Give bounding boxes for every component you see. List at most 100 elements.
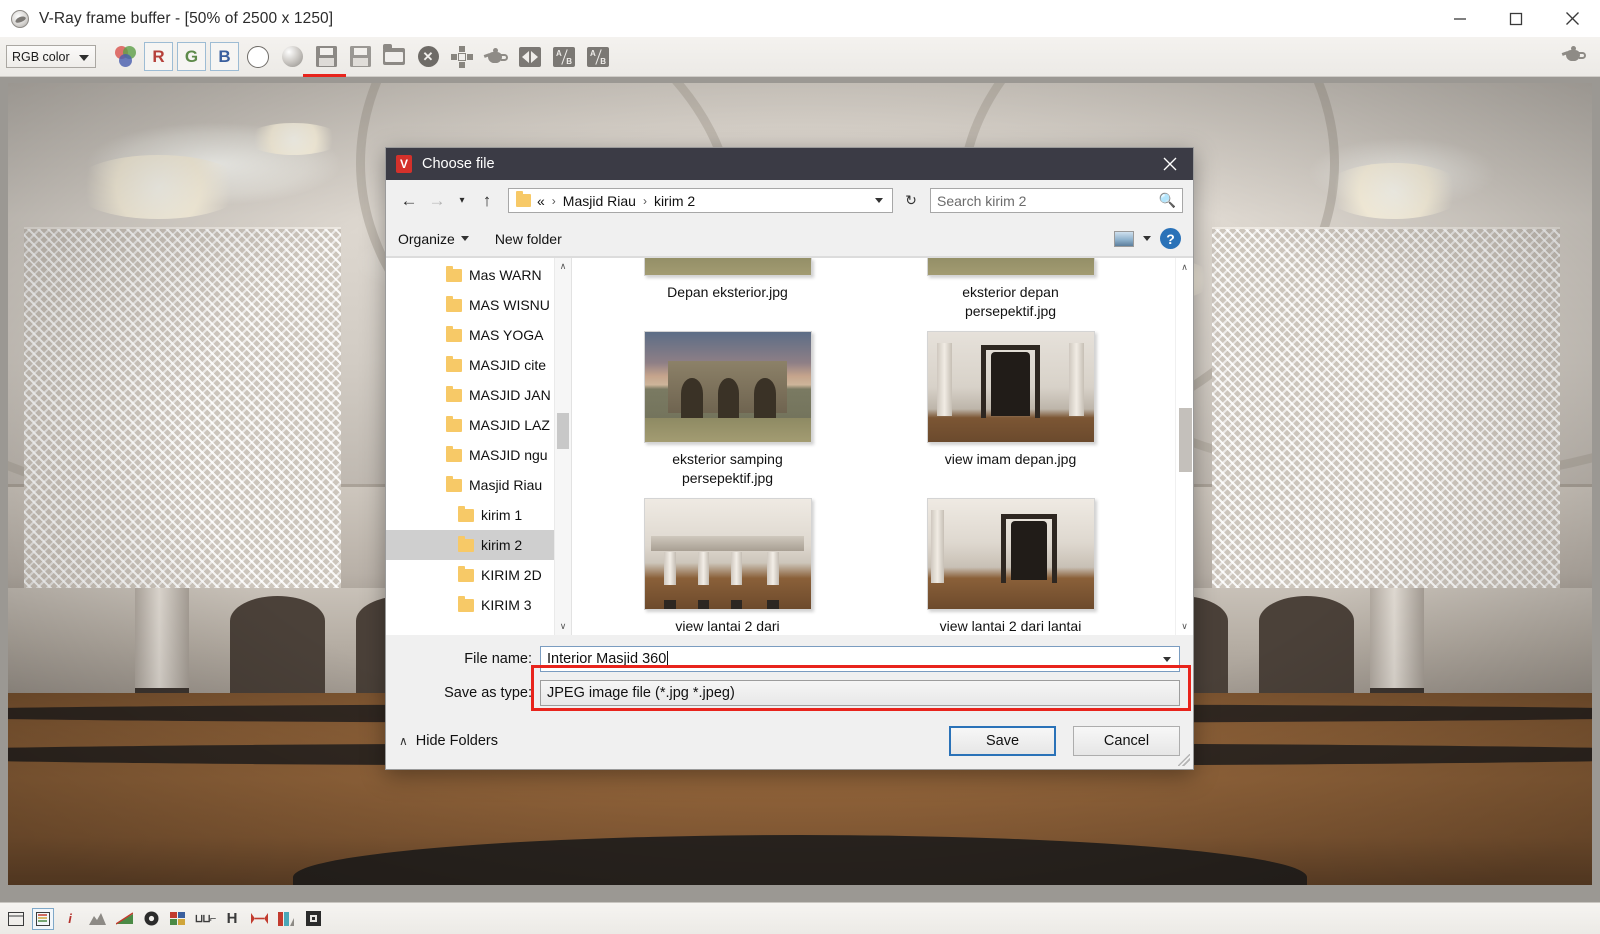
file-tile[interactable]: Depan eksterior.jpg bbox=[586, 258, 869, 321]
red-channel-button[interactable]: R bbox=[144, 42, 173, 71]
dialog-bottom-fields: File name: Interior Masjid 360 Save as t… bbox=[386, 635, 1193, 713]
tree-item-kirim-1[interactable]: kirim 1 bbox=[386, 500, 571, 530]
alpha-channel-button[interactable] bbox=[241, 41, 275, 73]
file-tile[interactable]: eksterior depan persepektif.jpg bbox=[869, 258, 1152, 321]
help-button[interactable]: ? bbox=[1160, 228, 1181, 249]
window-title: V-Ray frame buffer - [50% of 2500 x 1250… bbox=[39, 9, 334, 27]
breadcrumb-kirim-2[interactable]: kirim 2 bbox=[654, 193, 695, 209]
tree-item-masjid-jan[interactable]: MASJID JAN bbox=[386, 380, 571, 410]
close-button[interactable] bbox=[1544, 0, 1600, 37]
horizontal-curve-icon[interactable] bbox=[86, 908, 108, 930]
up-arrow-icon[interactable]: ↑ bbox=[474, 188, 500, 214]
breadcrumb-masjid-riau[interactable]: Masjid Riau bbox=[563, 193, 636, 209]
save-button[interactable]: Save bbox=[949, 726, 1056, 756]
tree-item-label: Mas WARN bbox=[469, 267, 542, 283]
dialog-titlebar: Choose file bbox=[386, 148, 1193, 180]
hue-saturation-icon[interactable]: H bbox=[221, 908, 243, 930]
color-balance-icon[interactable] bbox=[167, 908, 189, 930]
vfb-toolbar: RGB color R G B ✕ AB AB bbox=[0, 37, 1600, 114]
forward-arrow-icon[interactable]: → bbox=[424, 188, 450, 214]
tree-item-masjid-cite[interactable]: MASJID cite bbox=[386, 350, 571, 380]
save-image-button[interactable] bbox=[309, 41, 343, 73]
resize-grip[interactable] bbox=[1178, 754, 1190, 766]
hide-folders-toggle[interactable]: ∧ Hide Folders bbox=[399, 733, 498, 749]
organize-button[interactable]: Organize bbox=[398, 231, 469, 247]
chevron-down-icon[interactable] bbox=[875, 198, 883, 203]
dialog-commandbar: Organize New folder ? bbox=[386, 221, 1193, 257]
file-tile[interactable]: view lantai 2 dari bbox=[586, 498, 869, 635]
file-label: view imam depan.jpg bbox=[944, 451, 1077, 467]
chevron-down-icon[interactable] bbox=[1163, 656, 1171, 662]
dialog-close-button[interactable] bbox=[1147, 148, 1193, 180]
white-balance-icon[interactable] bbox=[248, 908, 270, 930]
new-folder-button[interactable]: New folder bbox=[495, 231, 562, 247]
tree-scroll-thumb[interactable] bbox=[557, 413, 569, 449]
ocio-icon[interactable] bbox=[302, 908, 324, 930]
text-cursor bbox=[667, 650, 669, 667]
tree-item-kirim-2[interactable]: kirim 2 bbox=[386, 530, 571, 560]
render-history-icon[interactable] bbox=[5, 908, 27, 930]
tree-item-label: MASJID JAN bbox=[469, 387, 551, 403]
compare-horizontal-button[interactable] bbox=[513, 41, 547, 73]
file-name-input[interactable]: Interior Masjid 360 bbox=[540, 645, 1180, 672]
hide-folders-label: Hide Folders bbox=[415, 733, 498, 749]
tree-item-masjid-riau[interactable]: Masjid Riau bbox=[386, 470, 571, 500]
window-controls bbox=[1432, 0, 1600, 37]
save-as-type-select[interactable]: JPEG image file (*.jpg *.jpeg) bbox=[540, 679, 1180, 706]
lut-icon[interactable] bbox=[275, 908, 297, 930]
maximize-button[interactable] bbox=[1488, 0, 1544, 37]
folder-tree-pane[interactable]: Mas WARN MAS WISNU MAS YOGA MASJID cite … bbox=[386, 258, 572, 635]
chevron-up-icon: ∧ bbox=[399, 734, 408, 748]
tree-item-label: KIRIM 3 bbox=[481, 597, 532, 613]
save-all-channels-button[interactable] bbox=[343, 41, 377, 73]
vray-teapot-icon[interactable] bbox=[1561, 46, 1586, 64]
color-channels-icon[interactable] bbox=[108, 41, 142, 73]
scroll-up-icon[interactable]: ∧ bbox=[1176, 258, 1193, 276]
file-list-scrollbar[interactable]: ∧ ∨ bbox=[1175, 258, 1193, 635]
address-bar[interactable]: « › Masjid Riau › kirim 2 bbox=[508, 188, 893, 213]
file-tile[interactable]: eksterior samping persepektif.jpg bbox=[586, 331, 869, 488]
search-box[interactable]: Search kirim 2 🔍 bbox=[930, 188, 1183, 213]
scroll-down-icon[interactable]: ∨ bbox=[1176, 617, 1193, 635]
blue-channel-button[interactable]: B bbox=[210, 42, 239, 71]
back-arrow-icon[interactable]: ← bbox=[396, 188, 422, 214]
monochrome-button[interactable] bbox=[275, 41, 309, 73]
tree-item-masjid-laz[interactable]: MASJID LAZ bbox=[386, 410, 571, 440]
file-tile[interactable]: view lantai 2 dari lantai bbox=[869, 498, 1152, 635]
channel-select[interactable]: RGB color bbox=[6, 45, 96, 68]
breadcrumb-separator: › bbox=[551, 193, 556, 208]
search-input[interactable]: Search kirim 2 bbox=[937, 193, 1159, 209]
file-tile[interactable]: view imam depan.jpg bbox=[869, 331, 1152, 488]
cancel-button[interactable]: Cancel bbox=[1073, 726, 1180, 756]
tree-item-masjid-ngu[interactable]: MASJID ngu bbox=[386, 440, 571, 470]
minimize-button[interactable] bbox=[1432, 0, 1488, 37]
load-image-button[interactable] bbox=[377, 41, 411, 73]
tree-item-kirim-2d[interactable]: KIRIM 2D bbox=[386, 560, 571, 590]
tree-item-mas-wisnu[interactable]: MAS WISNU bbox=[386, 290, 571, 320]
exposure-icon[interactable] bbox=[140, 908, 162, 930]
scroll-down-icon[interactable]: ∨ bbox=[555, 618, 571, 635]
scroll-up-icon[interactable]: ∧ bbox=[555, 258, 571, 275]
breadcrumb-root[interactable]: « bbox=[537, 193, 545, 209]
compare-ab-button[interactable]: AB bbox=[547, 41, 581, 73]
curve-icon[interactable]: ⊔⊔⌐ bbox=[194, 908, 217, 930]
tree-scrollbar[interactable]: ∧ ∨ bbox=[554, 258, 571, 635]
image-info-icon[interactable]: i bbox=[59, 908, 81, 930]
tree-item-mas-warn[interactable]: Mas WARN bbox=[386, 260, 571, 290]
green-channel-button[interactable]: G bbox=[177, 42, 206, 71]
file-list-pane[interactable]: Depan eksterior.jpg eksterior depan pers… bbox=[572, 258, 1193, 635]
chevron-down-icon[interactable] bbox=[1143, 236, 1151, 241]
track-mouse-button[interactable] bbox=[479, 41, 513, 73]
region-render-button[interactable] bbox=[445, 41, 479, 73]
clear-image-button[interactable]: ✕ bbox=[411, 41, 445, 73]
file-scroll-thumb[interactable] bbox=[1179, 408, 1192, 472]
vfb-settings-icon[interactable] bbox=[32, 907, 54, 930]
view-mode-icon[interactable] bbox=[1114, 230, 1134, 247]
color-corrections-icon[interactable] bbox=[113, 908, 135, 930]
tree-item-mas-yoga[interactable]: MAS YOGA bbox=[386, 320, 571, 350]
vray-app-icon bbox=[396, 155, 412, 173]
refresh-icon[interactable]: ↻ bbox=[900, 188, 922, 213]
tree-item-kirim-3[interactable]: KIRIM 3 bbox=[386, 590, 571, 620]
chevron-down-icon[interactable]: ▾ bbox=[452, 188, 472, 214]
compare-ab-vertical-button[interactable]: AB bbox=[581, 41, 615, 73]
